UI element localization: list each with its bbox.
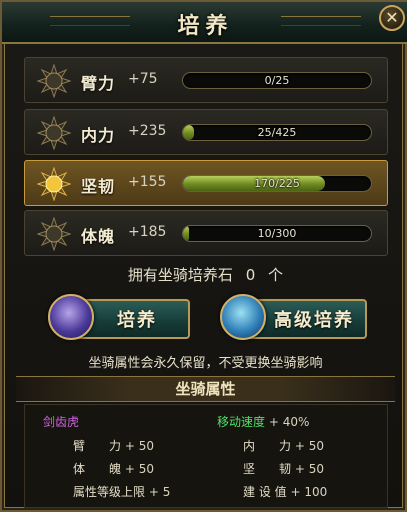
attribute-label: 建 设 值 xyxy=(243,485,287,499)
stat-name: 内力 xyxy=(81,126,116,145)
attribute-item: 属性等级上限 + 5 xyxy=(73,483,170,500)
attribute-value: + 5 xyxy=(148,485,171,499)
progress-text: 25/425 xyxy=(257,126,297,139)
title-bar: 培养 ✕ xyxy=(2,2,407,44)
attribute-value: + 50 xyxy=(124,439,154,453)
stat-name: 体魄 xyxy=(81,227,116,246)
stone-value: 0 xyxy=(245,266,256,284)
sun-icon xyxy=(37,167,71,201)
progress-text: 0/25 xyxy=(264,74,290,87)
progress-bar: 25/425 xyxy=(182,124,372,141)
stat-bonus: +155 xyxy=(128,174,167,190)
stone-count: 拥有坐骑培养石 0 个 xyxy=(2,264,407,285)
mount-icon xyxy=(48,294,94,340)
speed-value: + 40% xyxy=(268,415,310,429)
attribute-label: 体 魄 xyxy=(73,462,122,476)
progress-bar: 170/225 xyxy=(182,175,372,192)
attribute-label: 属性等级上限 xyxy=(73,485,146,499)
attribute-label: 坚 韧 xyxy=(243,462,292,476)
stone-label: 拥有坐骑培养石 xyxy=(127,266,233,284)
sun-icon xyxy=(37,64,71,98)
window-title: 培养 xyxy=(177,14,234,39)
progress-bar: 0/25 xyxy=(182,72,372,89)
stat-row-arm-strength[interactable]: 臂力 +75 0/25 xyxy=(24,57,388,103)
train-window: 培养 ✕ 臂力 +75 0/25 内力 +235 25/425 坚韧 +155 … xyxy=(0,0,407,512)
stat-name: 臂力 xyxy=(81,74,116,93)
sun-icon xyxy=(37,116,71,150)
attribute-value: + 100 xyxy=(290,485,328,499)
speed-attribute: 移动速度 + 40% xyxy=(217,413,309,430)
stat-bonus: +185 xyxy=(128,224,167,240)
mount-name: 剑齿虎 xyxy=(43,415,80,429)
close-button[interactable]: ✕ xyxy=(379,5,405,31)
speed-label: 移动速度 xyxy=(217,415,266,429)
stone-unit: 个 xyxy=(268,266,284,284)
stat-name: 坚韧 xyxy=(81,177,116,196)
progress-text: 170/225 xyxy=(254,177,300,190)
stat-bonus: +75 xyxy=(128,71,158,87)
attribute-value: + 50 xyxy=(124,462,154,476)
attribute-item: 坚 韧 + 50 xyxy=(243,460,324,477)
stat-bonus: +235 xyxy=(128,123,167,139)
stat-row-inner-force[interactable]: 内力 +235 25/425 xyxy=(24,109,388,155)
mount-icon xyxy=(220,294,266,340)
attribute-value: + 50 xyxy=(294,439,324,453)
attribute-item: 体 魄 + 50 xyxy=(73,460,154,477)
note-text: 坐骑属性会永久保留，不受更换坐骑影响 xyxy=(88,356,323,371)
attributes-panel: 剑齿虎 移动速度 + 40% 臂 力 + 50 内 力 + 50 体 魄 + 5… xyxy=(24,404,388,508)
stat-row-physique[interactable]: 体魄 +185 10/300 xyxy=(24,210,388,256)
progress-text: 10/300 xyxy=(257,227,297,240)
attributes-header: 坐骑属性 xyxy=(16,376,395,402)
stat-row-toughness[interactable]: 坚韧 +155 170/225 xyxy=(24,160,388,206)
attribute-value: + 50 xyxy=(294,462,324,476)
sun-icon xyxy=(37,217,71,251)
attribute-item: 内 力 + 50 xyxy=(243,437,324,454)
attribute-label: 内 力 xyxy=(243,439,292,453)
progress-bar: 10/300 xyxy=(182,225,372,242)
attribute-item: 建 设 值 + 100 xyxy=(243,483,327,500)
attribute-item: 臂 力 + 50 xyxy=(73,437,154,454)
attribute-label: 臂 力 xyxy=(73,439,122,453)
